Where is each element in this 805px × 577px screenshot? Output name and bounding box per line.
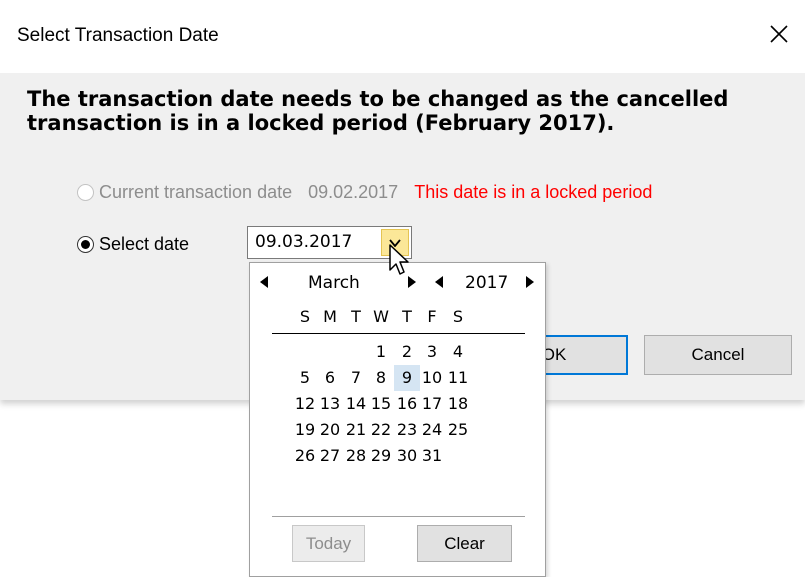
calendar-day[interactable]: 21 [343,417,369,443]
calendar-day[interactable]: 27 [317,443,343,469]
screen: Select Transaction Date The transaction … [0,0,805,577]
date-input-field[interactable]: 09.03.2017 [247,226,412,259]
weekday-label: F [427,307,437,326]
calendar-day[interactable]: 23 [394,417,420,443]
calendar-day[interactable]: 12 [292,391,318,417]
calendar-day[interactable]: 10 [419,365,445,391]
calendar-day[interactable]: 15 [368,391,394,417]
calendar-day[interactable]: 3 [419,339,445,365]
close-button[interactable] [753,14,805,54]
weekday-label: T [351,307,361,326]
calendar-day[interactable]: 25 [445,417,471,443]
calendar-day[interactable]: 16 [394,391,420,417]
close-icon [770,25,788,43]
select-date-option[interactable]: Select date [77,234,189,255]
weekday-divider [272,333,525,334]
current-date-label: Current transaction date [99,182,293,202]
current-date-radio [77,184,94,201]
calendar-day[interactable]: 14 [343,391,369,417]
mouse-cursor-icon [389,244,409,275]
calendar-day[interactable]: 24 [419,417,445,443]
calendar-day[interactable]: 5 [292,365,318,391]
prev-year-button[interactable] [435,276,443,288]
title-bar: Select Transaction Date [0,0,805,73]
calendar-day[interactable]: 20 [317,417,343,443]
calendar-day-selected[interactable]: 9 [394,365,420,391]
calendar-day[interactable]: 2 [394,339,420,365]
calendar-day[interactable]: 19 [292,417,318,443]
calendar-day[interactable]: 17 [419,391,445,417]
select-date-radio[interactable] [77,236,94,253]
locked-period-warning: This date is in a locked period [414,182,653,202]
weekday-label: M [323,307,337,326]
clear-button[interactable]: Clear [417,525,512,562]
calendar-day[interactable]: 4 [445,339,471,365]
dialog-message: The transaction date needs to be changed… [27,87,729,135]
calendar-footer-divider [272,516,525,517]
calendar-day[interactable]: 6 [317,365,343,391]
weekday-label: T [402,307,412,326]
calendar-day[interactable]: 11 [445,365,471,391]
today-button[interactable]: Today [292,525,365,562]
year-label: 2017 [465,273,509,293]
weekday-label: S [299,307,311,326]
calendar-day[interactable]: 26 [292,443,318,469]
calendar-day[interactable]: 1 [368,339,394,365]
weekday-label: W [373,307,389,326]
weekday-label: S [452,307,464,326]
dialog-title: Select Transaction Date [17,25,219,46]
current-date-option: Current transaction date 09.02.2017 This… [77,182,652,203]
month-label: March [308,273,360,293]
calendar-day[interactable]: 31 [419,443,445,469]
next-year-button[interactable] [526,276,534,288]
prev-month-button[interactable] [260,276,268,288]
calendar-popup: March 2017 SMTWTFS 1 2 3 4 5 6 7 8 9 10 11 12 13 14 15… [249,262,546,577]
calendar-day[interactable]: 13 [317,391,343,417]
calendar-day[interactable]: 18 [445,391,471,417]
calendar-day[interactable]: 7 [343,365,369,391]
calendar-day[interactable]: 8 [368,365,394,391]
calendar-day[interactable]: 22 [368,417,394,443]
calendar-day[interactable]: 30 [394,443,420,469]
calendar-day[interactable]: 28 [343,443,369,469]
date-input-value[interactable]: 09.03.2017 [255,232,352,252]
current-date-value: 09.02.2017 [308,182,399,202]
select-date-label: Select date [99,234,190,254]
cancel-button[interactable]: Cancel [644,335,792,375]
calendar-day[interactable]: 29 [368,443,394,469]
